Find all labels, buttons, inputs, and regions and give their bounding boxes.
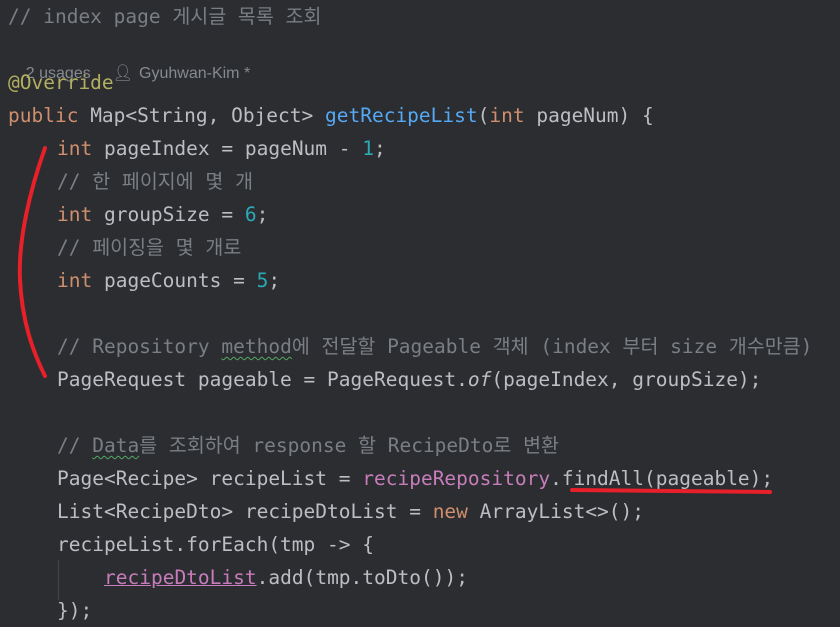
comment-text: // Repository xyxy=(57,335,222,358)
author-name[interactable]: Gyuhwan-Kim * xyxy=(139,65,250,82)
code-line-add: recipeDtoList.add(tmp.toDto()); xyxy=(104,561,468,594)
keyword-public: public xyxy=(8,104,79,127)
field-recipe-repository[interactable]: recipeRepository xyxy=(362,467,550,490)
comment-text: 에 전달할 Pageable 객체 (index 부터 size 개수만큼) xyxy=(291,335,813,358)
code-comment-paging: // 페이징을 몇 개로 xyxy=(57,236,242,259)
code-line-for-each: recipeList.forEach(tmp -> { xyxy=(57,533,374,556)
return-type: Map<String, Object> xyxy=(78,104,325,127)
code-line-page-index: int pageIndex = pageNum - 1; xyxy=(57,132,386,165)
code-line-dto-list: List<RecipeDto> recipeDtoList = new Arra… xyxy=(57,495,644,528)
comment-text: 로 변환 xyxy=(493,434,559,457)
method-name[interactable]: getRecipeList xyxy=(325,104,478,127)
param-name: pageNum) { xyxy=(524,104,654,127)
code-text: .add(tmp.toDto()); xyxy=(256,566,468,589)
keyword-int: int xyxy=(57,203,93,226)
code-text: .findAll(pageable); xyxy=(550,467,774,490)
code-text: pageIndex = pageNum - xyxy=(92,137,363,160)
code-text: PageRequest pageable = PageRequest. xyxy=(57,368,468,391)
method-signature: public Map<String, Object> getRecipeList… xyxy=(8,99,654,132)
paren-open: ( xyxy=(477,104,490,127)
code-text: (pageIndex, groupSize); xyxy=(491,368,762,391)
number-literal: 6 xyxy=(244,203,257,226)
code-comment-repository: // Repository method에 전달할 Pageable 객체 (i… xyxy=(57,330,812,363)
typo-word: method xyxy=(221,335,292,358)
red-bracket-mark xyxy=(17,146,47,378)
keyword-int: int xyxy=(57,269,93,292)
number-literal: 1 xyxy=(362,137,375,160)
keyword-new: new xyxy=(432,500,468,523)
comment-text: // xyxy=(57,434,93,457)
semicolon: ; xyxy=(256,203,269,226)
comment-text: 를 조회하여 response 할 RecipeDto xyxy=(139,434,494,457)
code-line-close: }); xyxy=(57,599,93,622)
field-recipe-dto-list[interactable]: recipeDtoList xyxy=(104,566,257,589)
code-line-group-size: int groupSize = 6; xyxy=(57,198,268,231)
code-text: pageCounts = xyxy=(92,269,257,292)
override-annotation: @Override xyxy=(8,71,114,94)
semicolon: ; xyxy=(374,137,386,160)
person-icon: 👤︎ xyxy=(112,65,134,82)
code-line-page-request: PageRequest pageable = PageRequest.of(pa… xyxy=(57,363,761,396)
code-text: ArrayList<>(); xyxy=(467,500,645,523)
keyword-int: int xyxy=(489,104,525,127)
code-comment-data: // Data를 조회하여 response 할 RecipeDto로 변환 xyxy=(57,429,559,462)
code-text: List<RecipeDto> recipeDtoList = xyxy=(57,500,433,523)
static-method-of[interactable]: of xyxy=(468,368,491,391)
code-text: groupSize = xyxy=(92,203,245,226)
code-line-page-counts: int pageCounts = 5; xyxy=(57,264,280,297)
code-text: Page<Recipe> recipeList = xyxy=(57,467,363,490)
code-comment-per-page: // 한 페이지에 몇 개 xyxy=(57,170,254,193)
keyword-int: int xyxy=(57,137,93,160)
code-comment-index-page: // index page 게시글 목록 조회 xyxy=(8,5,322,28)
code-editor[interactable]: // index page 게시글 목록 조회 2 usages 👤︎ Gyuhwa… xyxy=(0,0,840,626)
typo-word: Data xyxy=(92,434,140,457)
code-line-find-all: Page<Recipe> recipeList = recipeReposito… xyxy=(57,462,773,495)
number-literal: 5 xyxy=(256,269,269,292)
code-vision-hint[interactable]: 2 usages 👤︎ Gyuhwan-Kim * xyxy=(8,38,250,82)
semicolon: ; xyxy=(268,269,281,292)
